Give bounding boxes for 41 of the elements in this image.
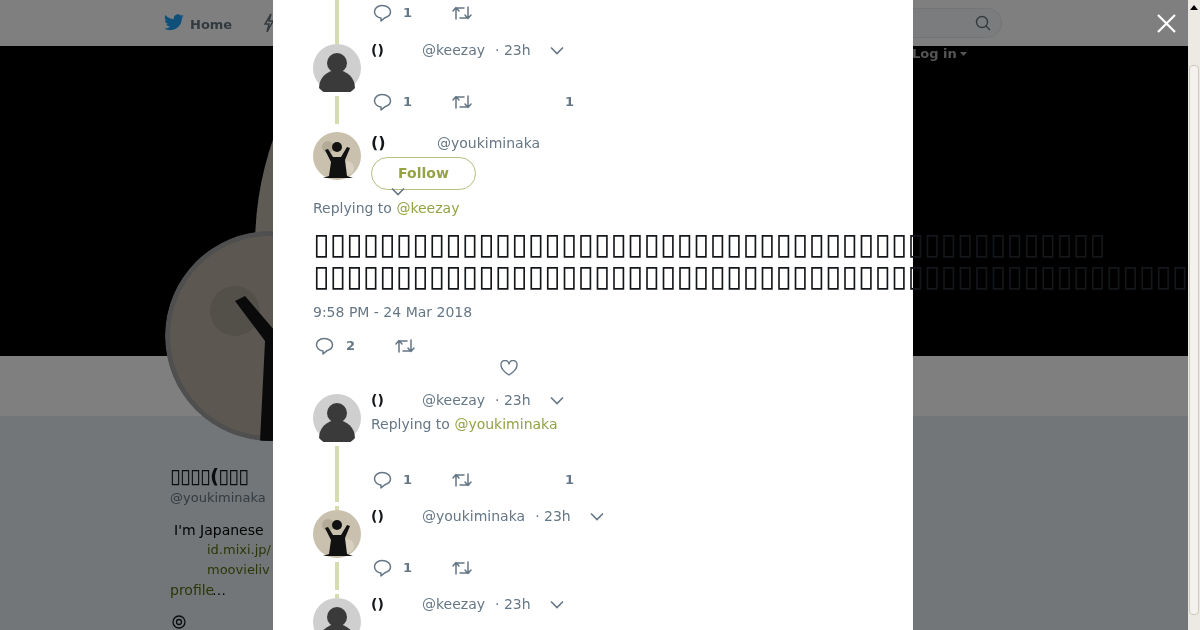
bird-icon (163, 14, 185, 32)
chevron-icon[interactable] (549, 599, 564, 609)
search-field[interactable] (913, 8, 1002, 38)
home-link[interactable]: Home (190, 15, 233, 35)
close-icon[interactable] (1157, 14, 1176, 33)
ellipsis: … (212, 581, 226, 599)
search-icon[interactable] (975, 15, 991, 31)
user-handle[interactable]: @youkiminaka (422, 505, 526, 527)
mention-link[interactable]: @youkiminaka (454, 416, 558, 432)
count: 1 (403, 559, 413, 578)
retweet-icon[interactable] (452, 560, 472, 576)
tweet-time[interactable]: · 23h (535, 505, 571, 527)
chevron-icon[interactable] (589, 511, 604, 521)
retweet-icon[interactable] (452, 472, 472, 488)
location-icon (172, 615, 186, 629)
replying-to: Replying to @youkiminaka (371, 415, 558, 434)
display-name[interactable]: () (371, 505, 422, 527)
tweet-time[interactable]: · 23h (495, 389, 531, 411)
count: 1 (403, 4, 413, 23)
reply-icon[interactable] (373, 559, 392, 577)
profile-link[interactable]: moovieliv (207, 561, 270, 579)
display-name[interactable]: () (371, 593, 422, 615)
profile-handle: @youkiminaka (170, 489, 266, 507)
tweet-time[interactable]: · 23h (495, 593, 531, 615)
user-handle[interactable]: @keezay (422, 389, 486, 411)
profile-bio: I'm Japanese (174, 521, 264, 539)
profile-name: ▯▯▯▯(▯▯▯ (170, 463, 249, 490)
heart-icon[interactable] (500, 360, 518, 376)
reply-icon[interactable] (373, 471, 392, 489)
count: 1 (565, 471, 575, 490)
profile-link[interactable]: id.mixi.jp/ (207, 541, 271, 559)
chevron-icon[interactable] (549, 395, 564, 405)
display-name[interactable]: () (371, 389, 422, 411)
scroll-up-icon[interactable] (1189, 3, 1199, 13)
reply-icon[interactable] (373, 4, 392, 22)
lightning-icon[interactable] (263, 13, 275, 33)
count: 1 (403, 471, 413, 490)
retweet-icon[interactable] (452, 5, 472, 21)
user-handle[interactable]: @keezay (422, 593, 486, 615)
avatar[interactable] (313, 394, 361, 442)
profile-link[interactable]: profile (170, 581, 215, 599)
